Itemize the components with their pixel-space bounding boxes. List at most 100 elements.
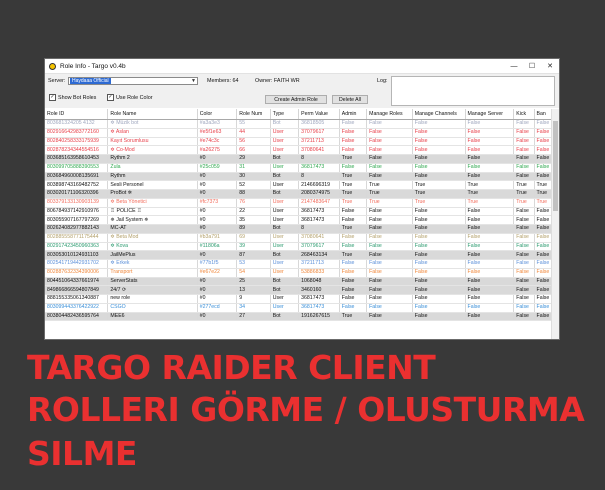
table-cell[interactable]: 802916642983772160 <box>45 128 109 138</box>
table-cell[interactable]: False <box>465 242 515 252</box>
table-cell[interactable]: False <box>412 268 466 278</box>
table-cell[interactable]: ProBot ✲ <box>107 189 198 199</box>
table-cell[interactable]: User <box>270 163 300 173</box>
table-cell[interactable]: 802917423450960363 <box>45 242 109 252</box>
table-cell[interactable]: 88 <box>236 189 271 199</box>
table-cell[interactable]: False <box>465 277 515 287</box>
table-row[interactable]: 802887632334390006 Transport #e67e22 54 User… <box>45 268 559 278</box>
table-cell[interactable]: True <box>366 180 413 190</box>
table-cell[interactable]: ♖ POLICE ♖ <box>107 207 198 217</box>
table-cell[interactable]: 89 <box>236 224 271 234</box>
table-cell[interactable]: User <box>270 294 300 304</box>
table-cell[interactable]: 34 <box>236 303 271 313</box>
scrollbar-thumb[interactable] <box>553 121 558 211</box>
table-cell[interactable]: True <box>339 198 368 208</box>
table-cell[interactable]: 1916267615 <box>298 312 340 322</box>
table-cell[interactable]: Bot <box>270 189 300 199</box>
table-cell[interactable]: #77b1f5 <box>197 259 238 269</box>
table-cell[interactable]: False <box>339 242 368 252</box>
table-cell[interactable]: False <box>465 145 515 155</box>
table-cell[interactable]: False <box>465 294 515 304</box>
table-row[interactable]: 803053010124931103 JailMePlus #0 87 Bot 26846… <box>45 250 559 260</box>
table-cell[interactable]: 803685163958610453 <box>45 154 109 164</box>
table-cell[interactable]: False <box>366 312 413 322</box>
table-cell[interactable]: False <box>339 233 368 243</box>
table-cell[interactable]: 36817473 <box>298 294 340 304</box>
column-header[interactable]: Manage Channels <box>412 109 466 120</box>
table-cell[interactable]: False <box>412 312 466 322</box>
table-cell[interactable]: JailMePlus <box>107 250 198 260</box>
table-cell[interactable]: 849866866594807849 <box>45 285 109 295</box>
table-cell[interactable]: User <box>270 215 300 225</box>
table-cell[interactable]: MC-AT <box>107 224 198 234</box>
delete-all-button[interactable]: Delete All <box>332 95 368 104</box>
table-cell[interactable]: Bot <box>270 154 300 164</box>
table-cell[interactable]: False <box>513 215 535 225</box>
table-cell[interactable]: False <box>366 163 413 173</box>
table-cell[interactable]: 37211713 <box>298 137 340 147</box>
table-cell[interactable]: False <box>339 294 368 304</box>
use-role-color-checkbox[interactable]: ✓ Use Role Color <box>107 94 153 101</box>
table-cell[interactable]: True <box>465 189 515 199</box>
table-cell[interactable]: Bot <box>270 172 300 182</box>
column-header[interactable]: Role Name <box>107 109 198 120</box>
table-cell[interactable]: True <box>339 224 368 234</box>
table-cell[interactable]: True <box>412 198 466 208</box>
table-cell[interactable]: False <box>465 128 515 138</box>
table-cell[interactable]: #a26275 <box>197 145 238 155</box>
table-cell[interactable]: False <box>513 285 535 295</box>
table-cell[interactable]: 803898743169482752 <box>45 180 109 190</box>
table-cell[interactable]: #0 <box>197 285 238 295</box>
table-cell[interactable]: 803053010124931103 <box>45 250 109 260</box>
table-cell[interactable]: False <box>412 277 466 287</box>
table-cell[interactable]: False <box>366 233 413 243</box>
table-cell[interactable]: 55 <box>236 119 271 129</box>
show-bot-roles-checkbox[interactable]: ✓ Show Bot Roles <box>49 94 96 101</box>
maximize-button[interactable]: ☐ <box>523 59 541 73</box>
table-cell[interactable]: ✲ Erkek <box>107 259 198 269</box>
table-cell[interactable]: False <box>339 215 368 225</box>
table-row[interactable]: 803681324205 4132 ✲ Müzik bot #a3a3e3 55 Bot… <box>45 119 559 129</box>
table-cell[interactable]: False <box>513 163 535 173</box>
table-cell[interactable]: False <box>366 119 413 129</box>
table-cell[interactable]: 37080641 <box>298 233 340 243</box>
table-cell[interactable]: False <box>465 250 515 260</box>
table-cell[interactable]: 3460160 <box>298 285 340 295</box>
table-cell[interactable]: 888155335061340887 <box>45 294 109 304</box>
table-cell[interactable]: Rythm <box>107 172 198 182</box>
table-row[interactable]: 888155335061340887 new role #0 9 User 3681747… <box>45 294 559 304</box>
table-cell[interactable]: 803099705888390553 <box>45 163 109 173</box>
table-cell[interactable]: 8 <box>298 154 340 164</box>
table-cell[interactable]: 806784937142910976 <box>45 207 109 217</box>
table-cell[interactable]: False <box>465 137 515 147</box>
table-cell[interactable]: False <box>513 303 535 313</box>
table-cell[interactable]: User <box>270 198 300 208</box>
table-cell[interactable]: False <box>465 268 515 278</box>
table-cell[interactable]: User <box>270 180 300 190</box>
table-cell[interactable]: False <box>339 119 368 129</box>
table-cell[interactable]: False <box>412 285 466 295</box>
table-cell[interactable]: False <box>513 119 535 129</box>
table-cell[interactable]: False <box>339 207 368 217</box>
table-cell[interactable]: False <box>465 172 515 182</box>
table-cell[interactable]: 803379133130903139 <box>45 198 109 208</box>
table-cell[interactable]: False <box>339 268 368 278</box>
table-cell[interactable]: 803684960008135691 <box>45 172 109 182</box>
table-cell[interactable]: False <box>412 233 466 243</box>
column-header[interactable]: Kick <box>513 109 535 120</box>
table-cell[interactable]: 2147483647 <box>298 198 340 208</box>
table-cell[interactable]: 44 <box>236 128 271 138</box>
table-cell[interactable]: #0 <box>197 215 238 225</box>
table-cell[interactable]: Bot <box>270 119 300 129</box>
table-cell[interactable]: False <box>339 163 368 173</box>
table-cell[interactable]: new role <box>107 294 198 304</box>
table-cell[interactable]: User <box>270 303 300 313</box>
table-cell[interactable]: 30 <box>236 172 271 182</box>
table-cell[interactable]: 56 <box>236 137 271 147</box>
table-cell[interactable]: False <box>465 312 515 322</box>
table-row[interactable]: 802916642983772160 ✲ Aslan #e5f1e63 44 User 3… <box>45 128 559 138</box>
table-cell[interactable]: #0 <box>197 180 238 190</box>
table-cell[interactable]: 52 <box>236 180 271 190</box>
table-cell[interactable]: ✲ Aslan <box>107 128 198 138</box>
table-cell[interactable]: False <box>465 163 515 173</box>
